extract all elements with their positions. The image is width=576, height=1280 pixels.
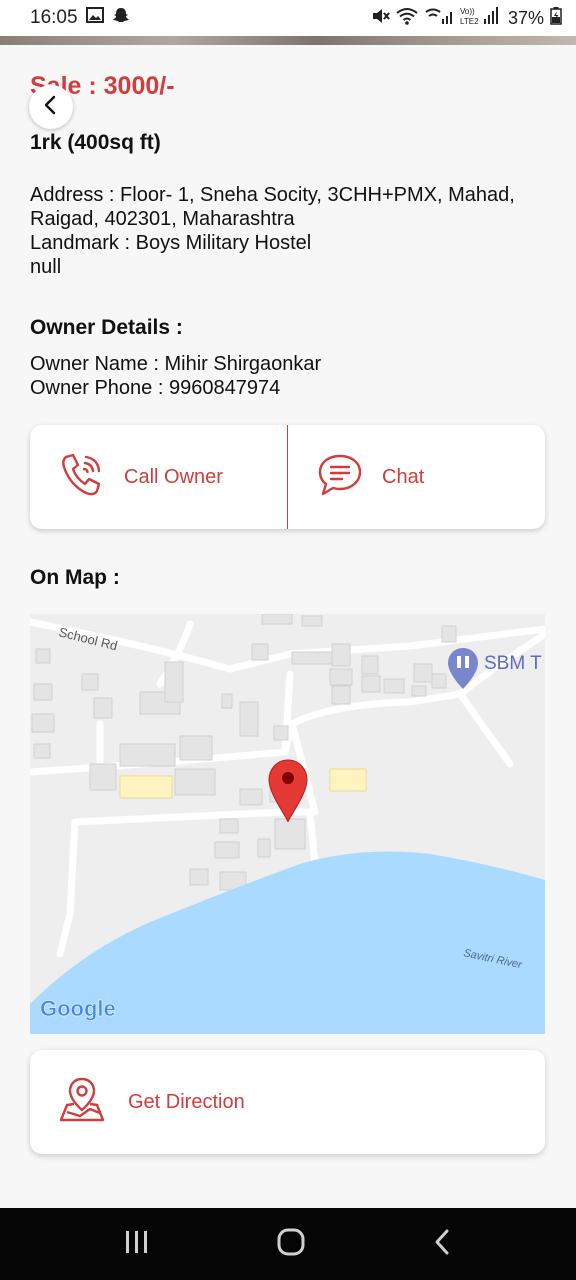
- owner-name: Owner Name : Mihir Shirgaonkar: [30, 353, 322, 375]
- listing-title: 1rk (400sq ft): [30, 131, 161, 154]
- landmark-line: Landmark : Boys Military Hostel: [30, 232, 312, 254]
- get-direction-button[interactable]: Get Direction: [30, 1050, 545, 1154]
- status-time: 16:05: [30, 7, 78, 28]
- owner-phone: Owner Phone : 9960847974: [30, 377, 281, 399]
- listing-address: Address : Floor- 1, Sneha Socity, 3CHH+P…: [30, 183, 550, 279]
- nav-back-button[interactable]: [431, 1228, 453, 1261]
- system-nav-bar: [0, 1208, 576, 1280]
- home-button[interactable]: [276, 1227, 306, 1262]
- volte-signal-icon: Vo)) LTE2: [460, 6, 502, 31]
- battery-charging-icon: [550, 6, 562, 30]
- google-attribution: Google: [40, 996, 116, 1021]
- address-line: Raigad, 402301, Maharashtra: [30, 208, 295, 230]
- map-location-icon: [58, 1076, 106, 1129]
- owner-details: Owner Name : Mihir Shirgaonkar Owner Pho…: [30, 352, 321, 400]
- property-image-strip: [0, 36, 576, 45]
- status-bar: 16:05 Vo)) LTE2 37%: [0, 0, 576, 36]
- chat-label: Chat: [382, 465, 425, 488]
- address-line: Address : Floor- 1, Sneha Socity, 3CHH+P…: [30, 184, 515, 206]
- on-map-heading: On Map :: [30, 566, 120, 589]
- call-owner-button[interactable]: Call Owner: [30, 425, 287, 529]
- mute-icon: [370, 7, 390, 30]
- get-direction-label: Get Direction: [128, 1090, 245, 1113]
- extra-line: null: [30, 256, 62, 278]
- poi-label: SBM T: [484, 653, 542, 674]
- recents-button[interactable]: [123, 1229, 151, 1260]
- back-button[interactable]: [29, 85, 73, 129]
- svg-text:Vo)): Vo)): [460, 7, 475, 16]
- chat-button[interactable]: Chat: [288, 425, 545, 529]
- chevron-left-icon: [41, 94, 61, 121]
- call-owner-label: Call Owner: [124, 465, 223, 488]
- map-canvas: School Rd SBM T Savitri River Google: [30, 614, 545, 1034]
- gallery-notification-icon: [85, 7, 104, 29]
- contact-actions-card: Call Owner Chat: [30, 425, 545, 529]
- battery-percent: 37%: [507, 7, 544, 28]
- snapchat-notification-icon: [112, 6, 130, 30]
- map-view[interactable]: School Rd SBM T Savitri River Google: [30, 614, 545, 1034]
- wifi-icon: [396, 7, 418, 30]
- svg-text:LTE2: LTE2: [460, 17, 479, 26]
- wifi-calling-signal-icon: [424, 7, 454, 30]
- owner-details-heading: Owner Details :: [30, 316, 183, 339]
- chat-bubble-icon: [316, 451, 364, 504]
- phone-icon: [58, 451, 106, 504]
